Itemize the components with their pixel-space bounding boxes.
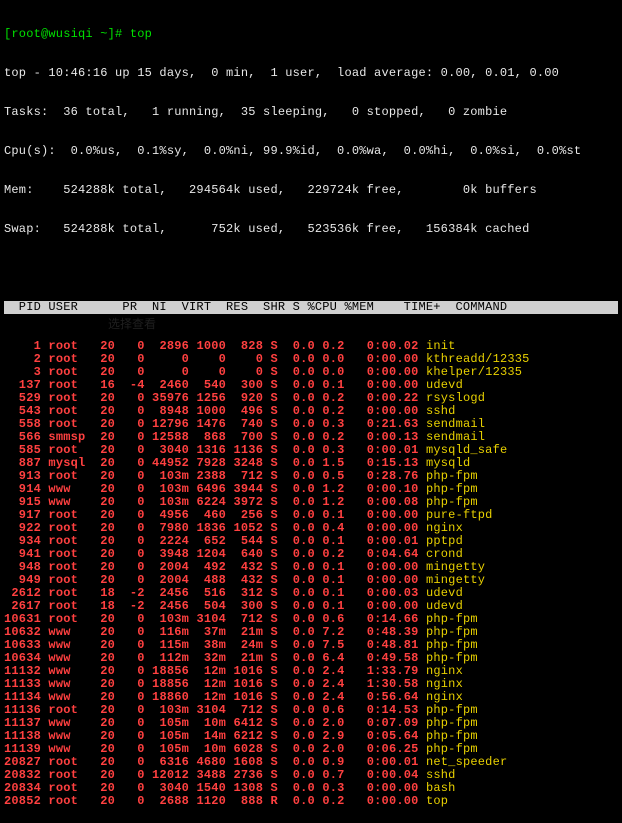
top-summary-mem: Mem: 524288k total, 294564k used, 229724…: [4, 184, 618, 197]
table-row: 20852 root 20 0 2688 1120 888 R 0.0 0.2 …: [4, 795, 618, 808]
top-summary-tasks: Tasks: 36 total, 1 running, 35 sleeping,…: [4, 106, 618, 119]
top-process-list: 1 root 20 0 2896 1000 828 S 0.0 0.2 0:00…: [4, 340, 618, 808]
top-summary-cpu: Cpu(s): 0.0%us, 0.1%sy, 0.0%ni, 99.9%id,…: [4, 145, 618, 158]
terminal[interactable]: [root@wusiqi ~]# top top - 10:46:16 up 1…: [0, 0, 622, 823]
top-summary-swap: Swap: 524288k total, 752k used, 523536k …: [4, 223, 618, 236]
top-summary-uptime: top - 10:46:16 up 15 days, 0 min, 1 user…: [4, 67, 618, 80]
shell-prompt: [root@wusiqi ~]# top: [4, 27, 152, 41]
top-column-header: PID USER PR NI VIRT RES SHR S %CPU %MEM …: [4, 301, 618, 314]
